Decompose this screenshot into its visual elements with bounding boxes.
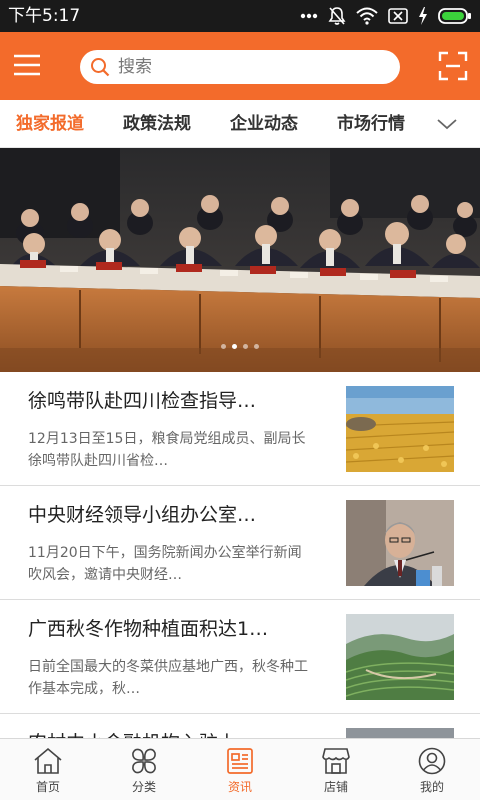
carousel-indicator <box>0 344 480 352</box>
nav-home[interactable]: 首页 <box>0 739 96 800</box>
more-dots-icon <box>300 13 318 19</box>
nav-label: 店铺 <box>323 780 348 794</box>
mute-icon <box>328 6 346 26</box>
news-title: 中央财经领导小组办公室… <box>28 504 257 526</box>
nav-category[interactable]: 分类 <box>96 739 192 800</box>
nav-store[interactable]: 店铺 <box>288 739 384 800</box>
wifi-icon <box>356 7 378 25</box>
tab-market[interactable]: 市场行情 <box>337 112 405 136</box>
news-summary: 11月20日下午，国务院新闻办公室举行新闻吹风会，邀请中央财经… <box>28 545 302 583</box>
banner-image <box>0 148 480 372</box>
search-bar[interactable]: 搜索 <box>80 50 400 84</box>
tab-exclusive[interactable]: 独家报道 <box>16 112 84 136</box>
nav-label: 资讯 <box>227 780 252 794</box>
home-icon <box>33 747 63 775</box>
category-tabs: 独家报道 政策法规 企业动态 市场行情 <box>0 100 480 148</box>
charging-icon <box>418 7 428 25</box>
carousel-dot[interactable] <box>243 344 248 349</box>
menu-icon[interactable] <box>12 50 42 80</box>
news-title: 徐鸣带队赴四川检查指导… <box>28 390 257 412</box>
chevron-down-icon[interactable] <box>436 114 458 134</box>
status-time: 下午5:17 <box>8 6 81 26</box>
news-title: 农村中小金融机构入驻上… <box>28 730 318 738</box>
nav-label: 首页 <box>35 780 60 794</box>
search-placeholder: 搜索 <box>118 57 152 77</box>
nav-label: 我的 <box>419 780 444 794</box>
store-icon <box>321 747 351 775</box>
tab-policy[interactable]: 政策法规 <box>123 112 191 136</box>
battery-icon <box>438 7 472 25</box>
carousel-dot-active[interactable] <box>232 344 237 349</box>
status-icons <box>300 5 472 27</box>
news-list: 徐鸣带队赴四川检查指导… 12月13日至15日，粮食局党组成员、副局长徐鸣带队赴… <box>0 372 480 738</box>
app-screen: 下午5:17 搜索 独家报道 政策法规 企业动态 市场行情 徐鸣带队赴四川检查指… <box>0 0 480 800</box>
profile-icon <box>417 747 447 775</box>
bottom-nav: 首页 分类 资讯 店铺 我的 <box>0 738 480 800</box>
scan-icon[interactable] <box>438 51 468 81</box>
news-item[interactable]: 徐鸣带队赴四川检查指导… 12月13日至15日，粮食局党组成员、副局长徐鸣带队赴… <box>0 372 480 486</box>
news-thumbnail <box>346 500 454 586</box>
category-icon <box>129 747 159 775</box>
news-thumbnail <box>346 728 454 738</box>
news-summary: 日前全国最大的冬菜供应基地广西，秋冬种工作基本完成，秋… <box>28 659 308 697</box>
news-summary: 12月13日至15日，粮食局党组成员、副局长徐鸣带队赴四川省检… <box>28 431 306 469</box>
banner-carousel[interactable] <box>0 148 480 372</box>
news-item[interactable]: 农村中小金融机构入驻上… <box>0 714 480 738</box>
news-icon <box>225 747 255 775</box>
nav-news[interactable]: 资讯 <box>192 739 288 800</box>
nav-profile[interactable]: 我的 <box>384 739 480 800</box>
status-bar: 下午5:17 <box>0 0 480 32</box>
news-thumbnail <box>346 386 454 472</box>
app-header: 搜索 <box>0 32 480 100</box>
news-item[interactable]: 中央财经领导小组办公室… 11月20日下午，国务院新闻办公室举行新闻吹风会，邀请… <box>0 486 480 600</box>
sim-off-icon <box>388 8 408 24</box>
news-thumbnail <box>346 614 454 700</box>
carousel-dot[interactable] <box>254 344 259 349</box>
news-title: 广西秋冬作物种植面积达1… <box>28 618 269 640</box>
carousel-dot[interactable] <box>221 344 226 349</box>
tab-enterprise[interactable]: 企业动态 <box>230 112 298 136</box>
news-item[interactable]: 广西秋冬作物种植面积达1… 日前全国最大的冬菜供应基地广西，秋冬种工作基本完成，… <box>0 600 480 714</box>
search-icon <box>90 57 110 77</box>
nav-label: 分类 <box>131 780 156 794</box>
